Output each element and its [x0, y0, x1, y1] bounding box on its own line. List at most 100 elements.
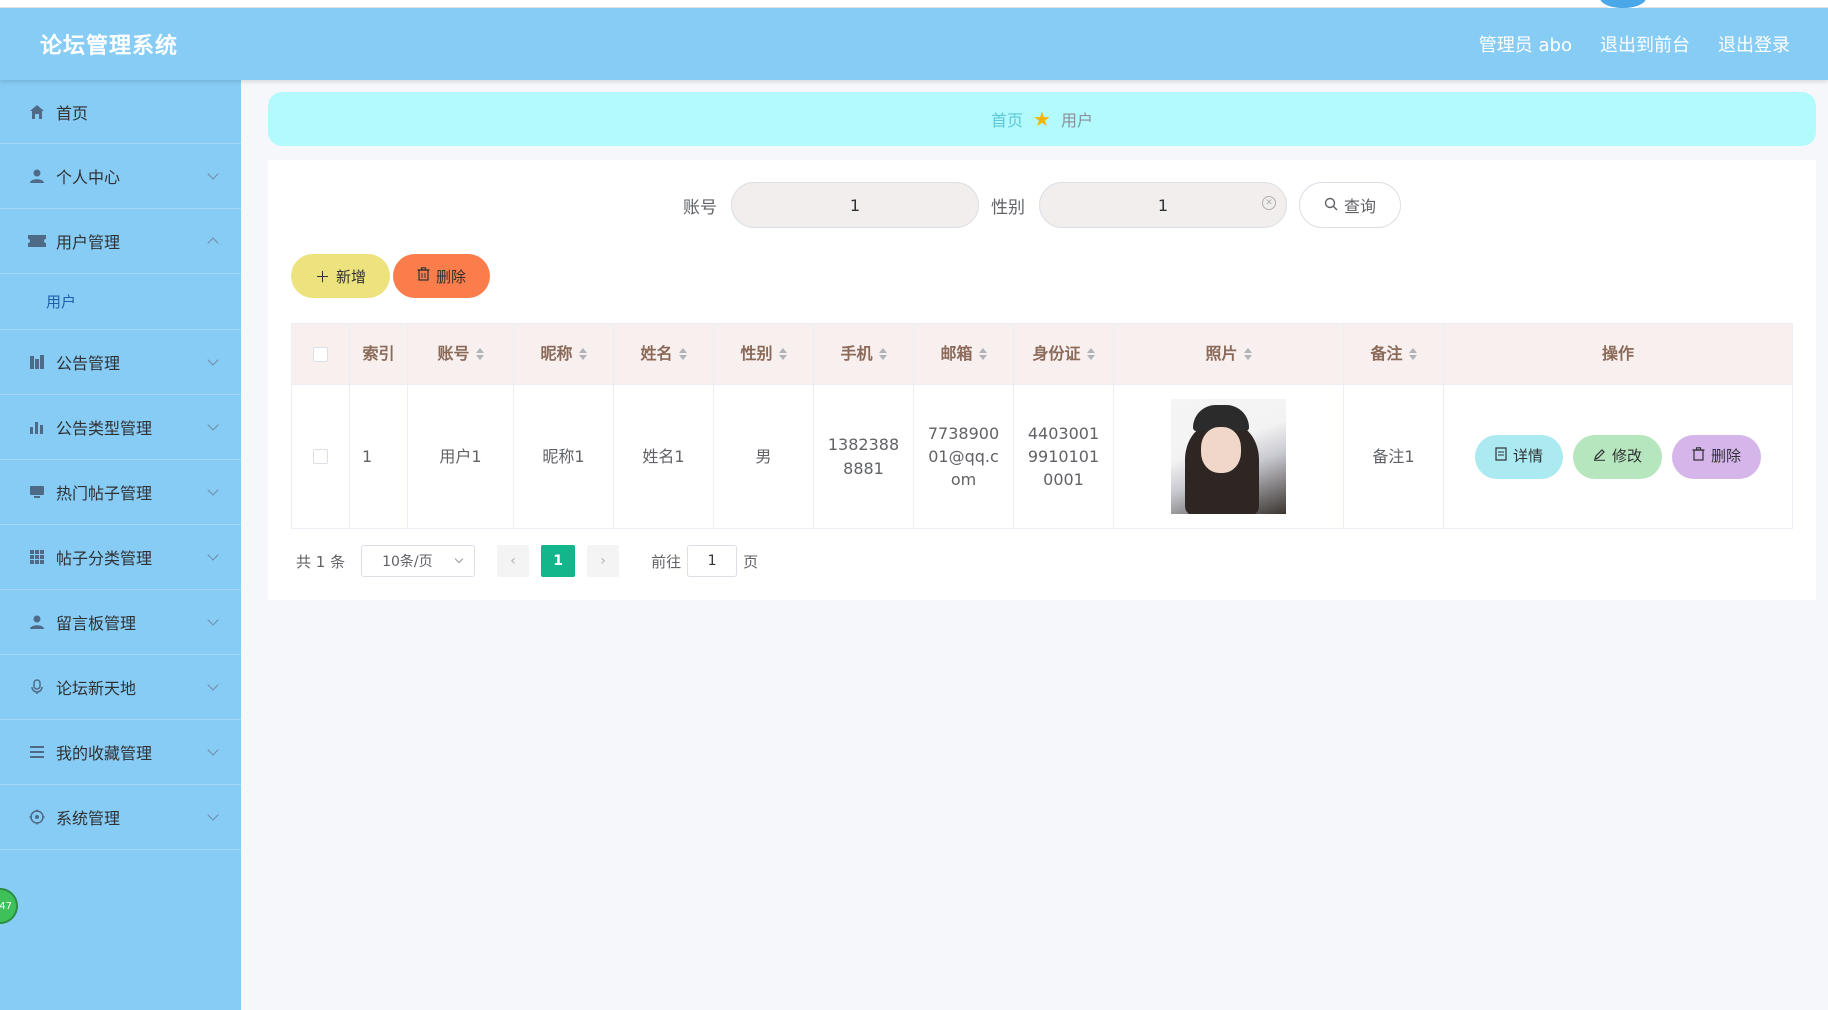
sort-icon[interactable]	[475, 348, 484, 360]
col-remark[interactable]: 备注	[1344, 324, 1444, 384]
col-actions: 操作	[1444, 324, 1792, 384]
col-nickname[interactable]: 昵称	[514, 324, 614, 384]
chart-icon	[28, 353, 46, 371]
content-panel: 账号 1 性别 1 ✕ 查询 ＋ 新增 删除 索引 账号 昵称 姓名 性别 手机…	[268, 160, 1816, 600]
chevron-down-icon	[207, 614, 219, 626]
col-account[interactable]: 账号	[408, 324, 514, 384]
col-email[interactable]: 邮箱	[914, 324, 1014, 384]
table-row: 1 用户1 昵称1 姓名1 男 13823888881 773890001@qq…	[291, 385, 1793, 529]
sidebar-item-notice-management[interactable]: 公告管理	[0, 330, 241, 395]
sidebar-item-favorites-management[interactable]: 我的收藏管理	[0, 720, 241, 785]
sidebar-item-label: 公告管理	[56, 354, 121, 373]
exit-front-link[interactable]: 退出到前台	[1600, 31, 1690, 57]
cell-name: 姓名1	[614, 385, 714, 528]
cell-nickname: 昵称1	[514, 385, 614, 528]
sort-icon[interactable]	[1408, 348, 1417, 360]
select-all-cell	[292, 324, 350, 384]
col-photo[interactable]: 照片	[1114, 324, 1344, 384]
sidebar-item-forum-new-world[interactable]: 论坛新天地	[0, 655, 241, 720]
sort-icon[interactable]	[778, 348, 787, 360]
chevron-down-icon	[207, 484, 219, 496]
sidebar-item-label: 留言板管理	[56, 614, 137, 633]
action-buttons: ＋ 新增 删除	[291, 254, 491, 298]
sidebar-item-label: 用户管理	[56, 233, 121, 252]
app-title: 论坛管理系统	[40, 34, 179, 59]
chevron-down-icon	[207, 419, 219, 431]
cell-id-card: 440300199101010001	[1014, 385, 1114, 528]
account-search-input[interactable]: 1	[731, 182, 979, 228]
mic-icon	[28, 678, 46, 696]
sidebar-item-label: 首页	[56, 103, 89, 123]
edit-button[interactable]: 修改	[1572, 434, 1662, 479]
sidebar-item-personal-center[interactable]: 个人中心	[0, 144, 241, 209]
sidebar-item-label: 帖子分类管理	[56, 549, 153, 568]
chevron-down-icon	[207, 744, 219, 756]
sort-icon[interactable]	[1243, 348, 1252, 360]
cell-index: 1	[350, 385, 408, 528]
goto-page-input[interactable]: 1	[687, 545, 738, 577]
page-size-select[interactable]: 10条/页	[361, 545, 476, 577]
col-index: 索引	[350, 324, 408, 384]
edit-button-label: 修改	[1611, 446, 1642, 465]
sidebar-item-message-board-management[interactable]: 留言板管理	[0, 590, 241, 655]
clear-icon[interactable]: ✕	[1262, 196, 1276, 210]
chevron-down-icon	[207, 549, 219, 561]
sidebar-item-post-category-management[interactable]: 帖子分类管理	[0, 525, 241, 590]
sidebar-item-label: 个人中心	[56, 168, 121, 187]
bar-chart-icon	[28, 418, 46, 436]
col-gender[interactable]: 性别	[714, 324, 814, 384]
breadcrumb-home[interactable]: 首页	[991, 107, 1023, 131]
grid-icon	[28, 548, 46, 566]
col-actions-label: 操作	[1601, 344, 1634, 364]
cell-gender: 男	[714, 385, 814, 528]
logout-link[interactable]: 退出登录	[1718, 31, 1790, 57]
sort-icon[interactable]	[1086, 348, 1095, 360]
select-all-checkbox[interactable]	[313, 346, 328, 362]
sort-icon[interactable]	[878, 348, 887, 360]
col-phone-label: 手机	[840, 344, 873, 364]
sidebar-item-hot-posts-management[interactable]: 热门帖子管理	[0, 460, 241, 525]
chevron-down-icon	[207, 679, 219, 691]
user-icon	[28, 167, 46, 185]
query-button[interactable]: 查询	[1299, 182, 1401, 228]
search-bar: 账号 1 性别 1 ✕ 查询	[268, 182, 1816, 228]
detail-button[interactable]: 详情	[1474, 434, 1563, 479]
user-icon	[28, 613, 46, 631]
gender-search-input[interactable]: 1 ✕	[1039, 182, 1287, 228]
col-id-card[interactable]: 身份证	[1014, 324, 1114, 384]
sidebar-item-user-management[interactable]: 用户管理	[0, 209, 241, 274]
cell-actions: 详情 修改 删除	[1444, 385, 1792, 528]
row-checkbox[interactable]	[313, 449, 328, 464]
user-photo[interactable]	[1171, 399, 1286, 514]
app-header: 论坛管理系统 管理员 abo 退出到前台 退出登录	[0, 8, 1828, 80]
sort-icon[interactable]	[578, 348, 587, 360]
cell-phone: 13823888881	[814, 385, 914, 528]
col-name[interactable]: 姓名	[614, 324, 714, 384]
sidebar-item-system-management[interactable]: 系统管理	[0, 785, 241, 850]
sidebar-item-label: 我的收藏管理	[56, 744, 153, 763]
sort-icon[interactable]	[678, 348, 687, 360]
col-remark-label: 备注	[1370, 344, 1403, 364]
browser-top-strip	[0, 0, 1828, 10]
page-suffix: 页	[743, 552, 759, 571]
next-page-button[interactable]: ›	[587, 545, 620, 577]
table-header: 索引 账号 昵称 姓名 性别 手机 邮箱 身份证 照片 备注 操作	[291, 323, 1793, 385]
gender-input-value: 1	[1157, 195, 1169, 215]
prev-page-button[interactable]: ‹	[497, 545, 530, 577]
col-phone[interactable]: 手机	[814, 324, 914, 384]
batch-delete-button[interactable]: 删除	[393, 254, 491, 298]
sort-icon[interactable]	[978, 348, 987, 360]
account-label: 账号	[683, 197, 717, 218]
delete-button-label: 删除	[436, 267, 467, 286]
user-table: 索引 账号 昵称 姓名 性别 手机 邮箱 身份证 照片 备注 操作 1 用户1 …	[291, 323, 1793, 529]
add-button[interactable]: ＋ 新增	[291, 254, 391, 298]
page-number-active[interactable]: 1	[541, 545, 576, 577]
row-delete-button[interactable]: 删除	[1672, 434, 1762, 479]
sidebar-item-home[interactable]: 首页	[0, 80, 241, 144]
sidebar-item-notice-type-management[interactable]: 公告类型管理	[0, 395, 241, 460]
sidebar-subitem-user[interactable]: 用户	[0, 274, 241, 330]
chevron-down-icon	[454, 554, 464, 564]
list-icon	[28, 743, 46, 761]
row-select-cell	[292, 385, 350, 528]
cell-photo	[1114, 385, 1344, 528]
